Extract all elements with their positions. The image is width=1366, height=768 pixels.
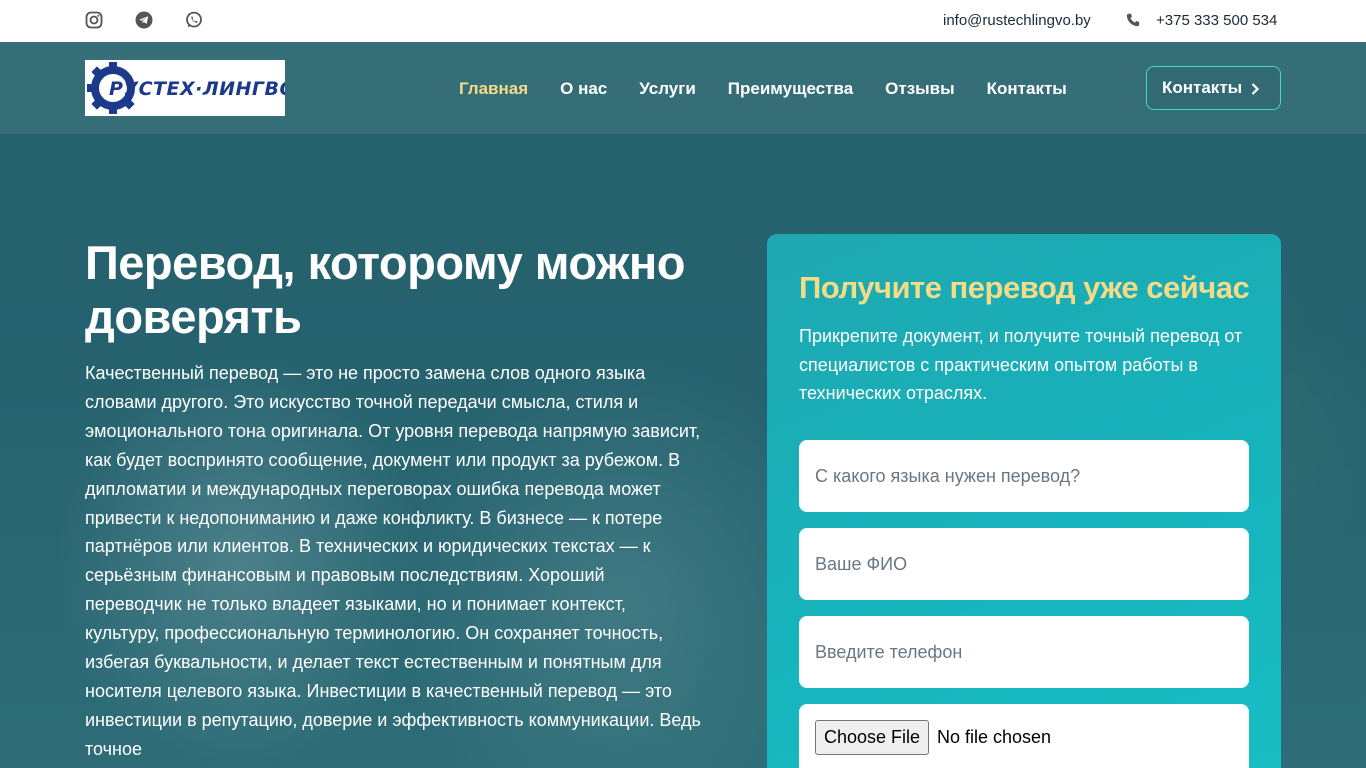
instagram-icon[interactable] <box>85 11 103 29</box>
social-links <box>85 11 203 29</box>
logo-text: РУСТЕХ·ЛИНГВО <box>109 78 285 100</box>
telegram-icon[interactable] <box>135 11 153 29</box>
nav-item-advantages[interactable]: Преимущества <box>728 79 853 99</box>
file-status: No file chosen <box>937 727 1052 747</box>
nav-item-home[interactable]: Главная <box>459 79 528 99</box>
form-description: Прикрепите документ, и получите точный п… <box>799 326 1243 404</box>
phone-input[interactable] <box>799 616 1249 688</box>
nav-menu: Главная О нас Услуги Преимущества Отзывы… <box>459 79 1067 99</box>
main-navbar: РУСТЕХ·ЛИНГВО Главная О нас Услуги Преим… <box>0 42 1366 134</box>
form-title: Получите перевод уже сейчас <box>799 270 1250 305</box>
contacts-button[interactable]: Контакты <box>1146 66 1281 110</box>
contact-phone[interactable]: +375 333 500 534 <box>1156 12 1277 29</box>
file-upload-field: Choose File No file chosen <box>799 704 1249 768</box>
full-name-input[interactable] <box>799 528 1249 600</box>
nav-item-about[interactable]: О нас <box>560 79 607 99</box>
nav-item-contacts[interactable]: Контакты <box>987 79 1067 99</box>
site-logo[interactable]: РУСТЕХ·ЛИНГВО <box>85 60 285 116</box>
hero-description: Качественный перевод — это не просто зам… <box>85 363 701 759</box>
nav-item-reviews[interactable]: Отзывы <box>885 79 955 99</box>
top-bar: info@rustechlingvo.by +375 333 500 534 <box>0 0 1366 42</box>
hero-title: Перевод, которому можно доверять <box>85 236 685 343</box>
nav-item-services[interactable]: Услуги <box>639 79 696 99</box>
chevron-right-icon <box>1251 83 1260 95</box>
phone-icon <box>1126 13 1140 27</box>
contact-email[interactable]: info@rustechlingvo.by <box>943 12 1091 29</box>
contacts-button-label: Контакты <box>1162 78 1243 97</box>
whatsapp-icon[interactable] <box>185 11 203 29</box>
request-form-card: Получите перевод уже сейчас Прикрепите д… <box>767 234 1281 768</box>
source-language-input[interactable] <box>799 440 1249 512</box>
choose-file-button[interactable]: Choose File <box>815 720 930 755</box>
